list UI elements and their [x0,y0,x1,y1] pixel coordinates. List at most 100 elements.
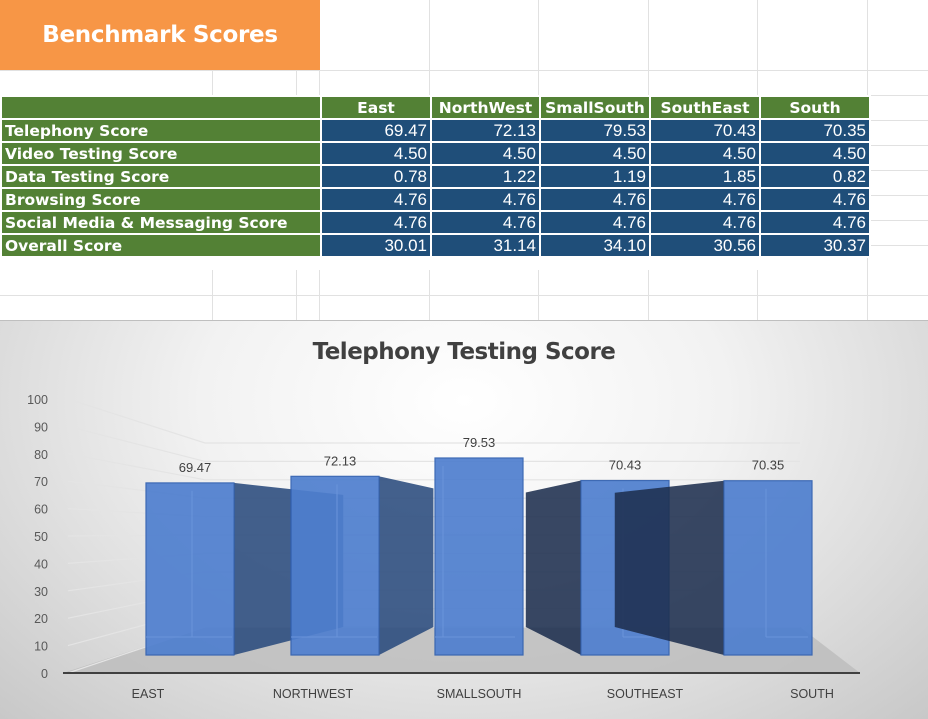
row-label[interactable]: Browsing Score [0,187,322,212]
data-label: 79.53 [463,435,496,450]
score-cell[interactable]: 0.82 [759,164,871,189]
y-tick-label: 40 [34,557,48,571]
score-cell[interactable]: 4.50 [539,141,651,166]
grid-line [867,95,928,96]
column-header[interactable]: NorthWest [430,95,541,120]
score-cell[interactable]: 4.76 [430,187,541,212]
score-cell[interactable]: 0.78 [320,164,432,189]
table-row: Social Media & Messaging Score 4.76 4.76 4.… [0,210,871,235]
data-label: 70.35 [752,458,785,473]
table-header-row: East NorthWest SmallSouth SouthEast Sout… [0,95,871,120]
score-cell[interactable]: 30.01 [320,233,432,258]
score-cell[interactable]: 1.19 [539,164,651,189]
data-label: 69.47 [179,460,212,475]
grid-line [867,245,928,246]
grid-line [0,295,928,296]
score-cell[interactable]: 4.50 [759,141,871,166]
y-tick-label: 50 [34,530,48,544]
grid-line [538,0,539,95]
y-tick-label: 90 [34,420,48,434]
y-tick-label: 20 [34,612,48,626]
data-label: 72.13 [324,453,357,468]
grid-line [212,270,213,320]
x-category-label: SOUTHEAST [607,687,684,701]
bar-side-face [379,476,434,655]
score-cell[interactable]: 1.85 [649,164,761,189]
row-label[interactable]: Overall Score [0,233,322,258]
score-cell[interactable]: 4.76 [649,187,761,212]
grid-line [648,270,649,320]
grid-line [867,145,928,146]
bar [723,480,813,656]
header-corner-cell[interactable] [0,95,322,120]
score-cell[interactable]: 30.56 [649,233,761,258]
bar [290,475,380,656]
grid-line [867,120,928,121]
score-cell[interactable]: 30.37 [759,233,871,258]
y-tick-label: 60 [34,503,48,517]
x-category-label: SOUTH [790,687,834,701]
y-tick-label: 0 [41,667,48,681]
data-label: 70.43 [609,458,642,473]
grid-line [0,70,928,71]
gridline [67,398,800,444]
grid-line [538,270,539,320]
score-cell[interactable]: 4.76 [430,210,541,235]
score-cell[interactable]: 69.47 [320,118,432,143]
chart-canvas: 0 10 20 30 40 50 60 70 80 90 100 69.47 EAST 72.13 NORT… [27,393,860,701]
y-tick-label: 70 [34,475,48,489]
grid-line [757,270,758,320]
score-cell[interactable]: 4.76 [759,187,871,212]
bar [145,482,235,656]
score-cell[interactable]: 70.35 [759,118,871,143]
score-cell[interactable]: 34.10 [539,233,651,258]
grid-line [296,270,297,320]
column-header[interactable]: East [320,95,432,120]
score-cell[interactable]: 4.76 [539,187,651,212]
benchmark-title-banner[interactable]: Benchmark Scores [0,0,320,70]
grid-line [648,0,649,95]
grid-line [757,0,758,95]
y-tick-label: 30 [34,585,48,599]
column-header[interactable]: SmallSouth [539,95,651,120]
y-tick-label: 100 [27,393,48,407]
grid-line [429,0,430,95]
score-cell[interactable]: 1.22 [430,164,541,189]
column-header[interactable]: SouthEast [649,95,761,120]
score-cell[interactable]: 4.50 [430,141,541,166]
telephony-chart[interactable]: Telephony Testing Score 0 10 20 30 40 50 60 70 8… [0,320,928,719]
score-cell[interactable]: 4.50 [320,141,432,166]
grid-line [319,270,320,320]
score-cell[interactable]: 4.76 [320,187,432,212]
score-cell[interactable]: 79.53 [539,118,651,143]
row-label[interactable]: Social Media & Messaging Score [0,210,322,235]
row-label[interactable]: Video Testing Score [0,141,322,166]
score-cell[interactable]: 4.76 [759,210,871,235]
score-cell[interactable]: 4.76 [320,210,432,235]
row-label[interactable]: Telephony Score [0,118,322,143]
score-cell[interactable]: 72.13 [430,118,541,143]
score-cell[interactable]: 70.43 [649,118,761,143]
benchmark-scores-table: East NorthWest SmallSouth SouthEast Sout… [0,95,871,258]
y-tick-label: 80 [34,448,48,462]
x-category-label: EAST [132,687,165,701]
y-tick-label: 10 [34,640,48,654]
score-cell[interactable]: 4.50 [649,141,761,166]
row-label[interactable]: Data Testing Score [0,164,322,189]
score-cell[interactable]: 4.76 [649,210,761,235]
table-row: Video Testing Score 4.50 4.50 4.50 4.50 4.50 [0,141,871,166]
grid-line [296,70,297,95]
x-category-label: SMALLSOUTH [437,687,522,701]
score-cell[interactable]: 4.76 [539,210,651,235]
table-row: Data Testing Score 0.78 1.22 1.19 1.85 0.82 [0,164,871,189]
x-category-label: NORTHWEST [273,687,354,701]
score-cell[interactable]: 31.14 [430,233,541,258]
column-header[interactable]: South [759,95,871,120]
table-row: Overall Score 30.01 31.14 34.10 30.56 30.37 [0,233,871,258]
bar-side-face [525,480,581,655]
table-row: Telephony Score 69.47 72.13 79.53 70.43 70.35 [0,118,871,143]
grid-line [867,170,928,171]
gridline [67,425,800,462]
grid-line [867,195,928,196]
grid-line [867,220,928,221]
